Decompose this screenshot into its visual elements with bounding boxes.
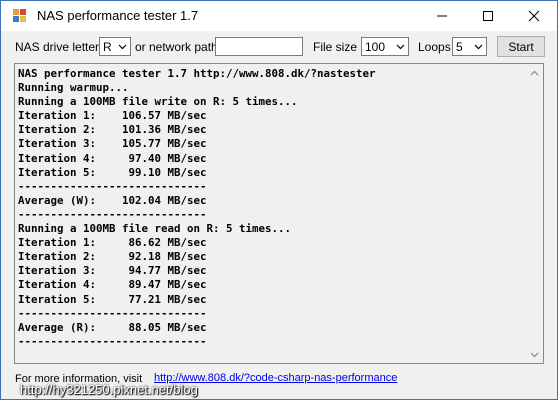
output-line: -----------------------------	[18, 207, 207, 221]
output-line: Running a 100MB file write on R: 5 times…	[18, 95, 298, 109]
output-line: Average (R): 88.05 MB/sec	[18, 320, 207, 334]
output-line: Iteration 5: 77.21 MB/sec	[18, 292, 207, 306]
drive-letter-select[interactable]: R	[99, 37, 131, 56]
vertical-scrollbar[interactable]	[526, 64, 543, 363]
maximize-button[interactable]	[465, 1, 511, 31]
output-line: -----------------------------	[18, 334, 207, 348]
window-title: NAS performance tester 1.7	[37, 8, 199, 23]
chevron-down-icon	[393, 38, 408, 55]
network-path-input[interactable]	[215, 37, 303, 56]
toolbar: NAS drive letter R or network path File …	[1, 31, 557, 63]
scroll-up-icon[interactable]	[526, 64, 543, 81]
loops-select[interactable]: 5	[452, 37, 487, 56]
output-line: Iteration 3: 105.77 MB/sec	[18, 137, 207, 151]
output-line: Average (W): 102.04 MB/sec	[18, 193, 207, 207]
output-line: -----------------------------	[18, 179, 207, 193]
loops-value: 5	[456, 40, 463, 54]
file-size-value: 100	[365, 40, 386, 54]
output-line: Iteration 2: 92.18 MB/sec	[18, 250, 207, 264]
output-line: Iteration 3: 94.77 MB/sec	[18, 264, 207, 278]
output-line: NAS performance tester 1.7 http://www.80…	[18, 67, 376, 80]
drive-letter-label: NAS drive letter	[15, 40, 100, 54]
output-line: Iteration 5: 99.10 MB/sec	[18, 165, 207, 179]
chevron-down-icon	[471, 38, 486, 55]
output-line: Iteration 4: 89.47 MB/sec	[18, 278, 207, 292]
scroll-down-icon[interactable]	[526, 346, 543, 363]
output-line: Running warmup...	[18, 81, 129, 95]
output-line: -----------------------------	[18, 306, 207, 320]
maximize-icon	[483, 11, 493, 21]
output-line: Iteration 1: 106.57 MB/sec	[18, 109, 207, 123]
output-line: Iteration 1: 86.62 MB/sec	[18, 236, 207, 250]
output-line: Running a 100MB file read on R: 5 times.…	[18, 222, 292, 236]
app-icon	[13, 9, 27, 23]
app-window: NAS performance tester 1.7 NAS drive let…	[0, 0, 558, 400]
close-button[interactable]	[511, 1, 557, 31]
output-textarea[interactable]: NAS performance tester 1.7 http://www.80…	[14, 63, 544, 364]
start-button[interactable]: Start	[497, 36, 545, 57]
title-bar[interactable]: NAS performance tester 1.7	[1, 1, 557, 31]
minimize-button[interactable]	[419, 1, 465, 31]
file-size-select[interactable]: 100	[361, 37, 409, 56]
network-path-label: or network path	[135, 40, 218, 54]
file-size-label: File size	[313, 40, 358, 54]
minimize-icon	[437, 15, 447, 17]
output-line: Iteration 2: 101.36 MB/sec	[18, 123, 207, 137]
drive-letter-value: R	[103, 40, 112, 54]
watermark-text: http://hy321250.pixnet.net/blog	[20, 382, 198, 397]
output-text: NAS performance tester 1.7 http://www.80…	[18, 67, 376, 349]
loops-label: Loops	[418, 40, 451, 54]
chevron-down-icon	[115, 38, 130, 55]
output-line: Iteration 4: 97.40 MB/sec	[18, 151, 207, 165]
close-icon	[528, 10, 540, 22]
